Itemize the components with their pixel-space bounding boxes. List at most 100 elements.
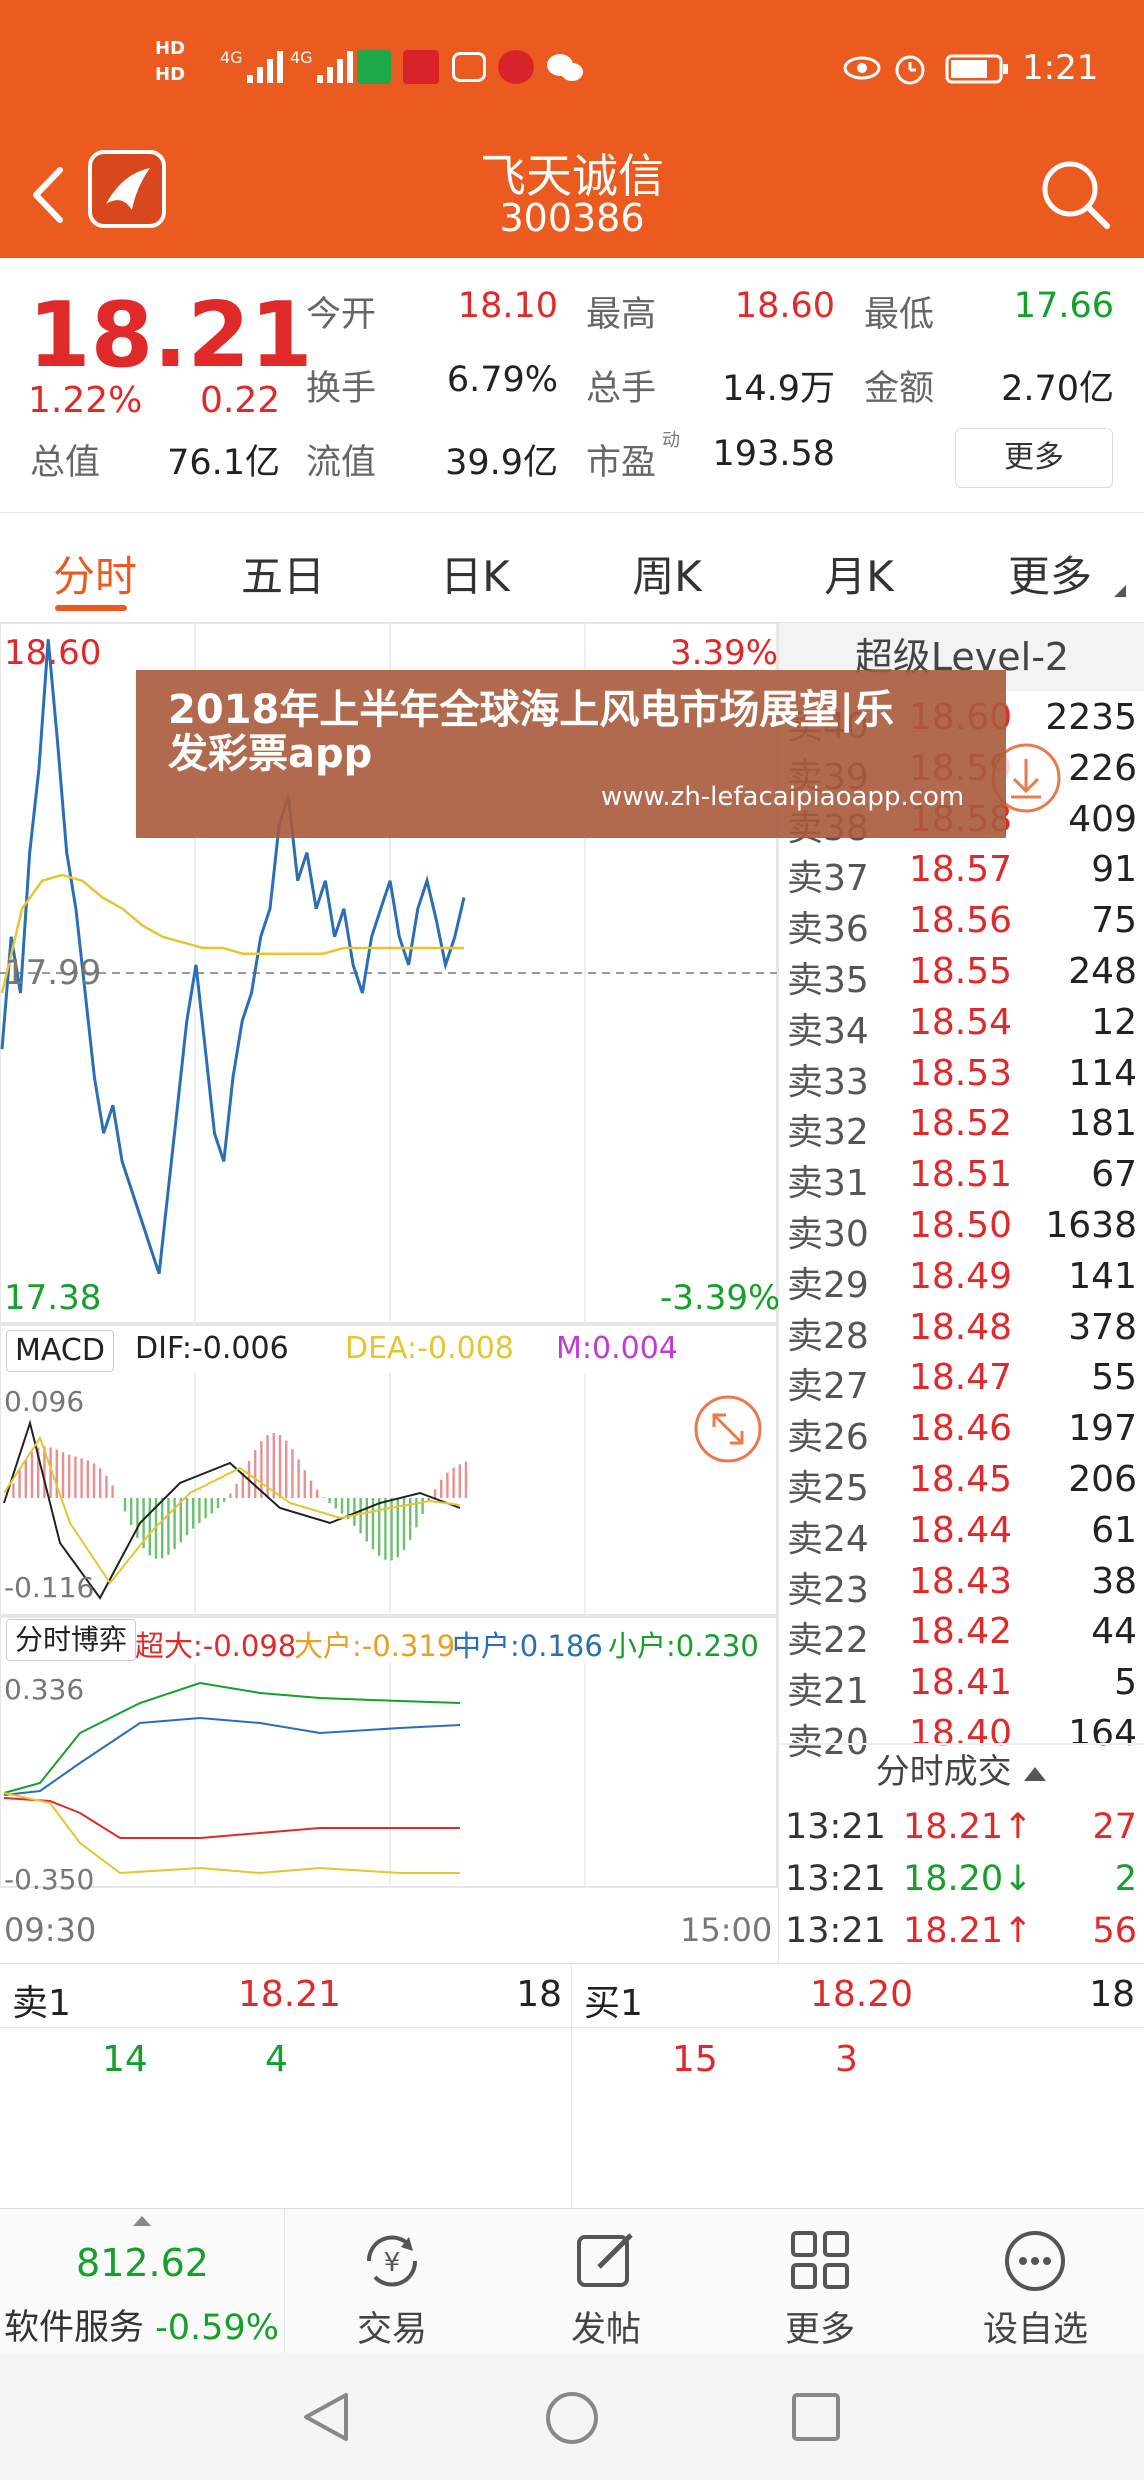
macd-bar xyxy=(458,1464,461,1498)
weibo-notification-icon xyxy=(498,50,534,84)
app-notification-icon-2 xyxy=(403,50,439,84)
search-icon[interactable] xyxy=(1035,154,1115,234)
tab-more[interactable]: 更多 xyxy=(975,543,1125,604)
orderbook-level: 卖35 xyxy=(787,960,869,1001)
game-selector[interactable]: 分时博弈 xyxy=(6,1619,137,1661)
orderbook-row[interactable]: 卖28 18.48 378 xyxy=(779,1307,1144,1358)
orderbook-price: 18.44 xyxy=(909,1509,1013,1551)
orderbook-price: 18.55 xyxy=(909,951,1013,992)
macd-bar xyxy=(105,1475,108,1498)
orderbook-volume: 91 xyxy=(1091,849,1137,891)
nav-trade[interactable]: ¥ 交易 xyxy=(285,2209,499,2354)
trade-row: 13:21 18.21↑ 27 xyxy=(779,1807,1144,1859)
orderbook-row[interactable]: 卖25 18.45 206 xyxy=(779,1459,1144,1510)
orderbook-row[interactable]: 卖30 18.50 1638 xyxy=(779,1205,1144,1256)
macd-selector[interactable]: MACD xyxy=(6,1330,114,1372)
orderbook-row[interactable]: 卖37 18.57 91 xyxy=(779,849,1144,900)
volume-label: 总手 xyxy=(586,369,657,409)
app-notification-icon xyxy=(357,50,391,84)
orderbook-row[interactable]: 卖31 18.51 67 xyxy=(779,1154,1144,1205)
orderbook-volume: 226 xyxy=(1068,747,1137,789)
trade-time: 13:21 xyxy=(785,1911,886,1951)
macd-bar xyxy=(223,1498,226,1502)
orderbook-volume: 12 xyxy=(1091,1001,1137,1043)
orderbook-price: 18.57 xyxy=(909,849,1013,891)
pe-value: 193.58 xyxy=(712,434,835,474)
wechat-icon xyxy=(547,54,583,81)
orderbook-row[interactable]: 卖22 18.42 44 xyxy=(779,1611,1144,1662)
orderbook-level: 卖30 xyxy=(787,1214,869,1255)
turnover-label: 换手 xyxy=(306,369,377,409)
ad-banner[interactable]: 2018年上半年全球海上风电市场展望|乐 发彩票app www.zh-lefac… xyxy=(136,670,1006,838)
tab-five-day[interactable]: 五日 xyxy=(208,543,358,604)
macd-top-value: 0.096 xyxy=(4,1385,85,1418)
trades-title[interactable]: 分时成交 xyxy=(779,1747,1144,1797)
sector-index[interactable]: 812.62 软件服务 -0.59% xyxy=(0,2209,285,2354)
orderbook-row[interactable]: 卖32 18.52 181 xyxy=(779,1103,1144,1154)
status-bar: HD HD 4G 4G 1:21 xyxy=(0,0,1144,140)
macd-bottom-value: -0.116 xyxy=(4,1571,95,1604)
orderbook-row[interactable]: 卖26 18.46 197 xyxy=(779,1408,1144,1459)
orderbook-volume: 38 xyxy=(1091,1560,1137,1602)
macd-bar xyxy=(179,1498,182,1543)
network-4g-label: 4G xyxy=(220,48,243,67)
orderbook-row[interactable]: 卖21 18.41 5 xyxy=(779,1662,1144,1713)
macd-bar xyxy=(278,1434,282,1498)
open-value: 18.10 xyxy=(457,286,558,326)
float-value: 39.9亿 xyxy=(445,443,558,483)
back-triangle-icon[interactable] xyxy=(298,2389,354,2445)
macd-bar xyxy=(198,1498,201,1524)
orderbook-row[interactable]: 卖24 18.44 61 xyxy=(779,1510,1144,1561)
orderbook-price: 18.51 xyxy=(909,1154,1013,1196)
sell1-label: 卖1 xyxy=(12,1983,71,2024)
ad-title-line2: 发彩票app xyxy=(168,731,373,777)
orderbook-row[interactable]: 卖36 18.56 75 xyxy=(779,900,1144,951)
trade-row: 13:21 18.20↓ 2 xyxy=(779,1859,1144,1911)
macd-bar xyxy=(359,1498,362,1534)
orderbook-volume: 44 xyxy=(1091,1611,1137,1653)
orderbook-volume: 378 xyxy=(1068,1306,1137,1348)
nav-more[interactable]: 更多 xyxy=(713,2209,927,2354)
orderbook-row[interactable]: 卖23 18.43 38 xyxy=(779,1561,1144,1612)
orderbook-volume: 248 xyxy=(1068,951,1137,992)
orderbook-row[interactable]: 卖34 18.54 12 xyxy=(779,1002,1144,1053)
change-amount: 0.22 xyxy=(200,380,281,421)
alarm-icon xyxy=(895,55,925,85)
orderbook-price: 18.56 xyxy=(909,900,1013,942)
recent-apps-icon[interactable] xyxy=(790,2391,844,2445)
macd-bar xyxy=(285,1440,288,1498)
orderbook-volume: 67 xyxy=(1091,1154,1137,1196)
macd-bar xyxy=(378,1498,381,1556)
game-mid: 中户:0.186 xyxy=(452,1629,603,1663)
orderbook-row[interactable]: 卖35 18.55 248 xyxy=(779,951,1144,1002)
tab-daily-k[interactable]: 日K xyxy=(400,543,550,604)
grid-icon xyxy=(791,2231,849,2289)
nav-add-watchlist[interactable]: 设自选 xyxy=(927,2209,1144,2354)
orderbook-row[interactable]: 卖27 18.47 55 xyxy=(779,1357,1144,1408)
orderbook-volume: 61 xyxy=(1091,1509,1137,1551)
sell1-detail-a: 14 xyxy=(102,2039,148,2080)
chart-top-percent: 3.39% xyxy=(670,633,779,673)
macd-dif: DIF:-0.006 xyxy=(135,1331,289,1366)
tab-monthly-k[interactable]: 月K xyxy=(784,543,934,604)
orderbook-volume: 2235 xyxy=(1045,697,1137,738)
orderbook-level: 卖27 xyxy=(787,1366,869,1408)
orderbook-row[interactable]: 卖33 18.53 114 xyxy=(779,1053,1144,1104)
amount-value: 2.70亿 xyxy=(1001,369,1114,409)
orderbook-price: 18.41 xyxy=(909,1662,1013,1704)
macd-bar xyxy=(334,1498,337,1509)
time-end: 15:00 xyxy=(680,1911,773,1949)
expand-icon[interactable] xyxy=(692,1393,764,1465)
more-info-button[interactable]: 更多 xyxy=(955,428,1113,488)
orderbook-row[interactable]: 卖29 18.49 141 xyxy=(779,1256,1144,1307)
buy1-price: 18.20 xyxy=(810,1974,914,2015)
home-circle-icon[interactable] xyxy=(543,2389,601,2447)
tab-intraday[interactable]: 分时 xyxy=(20,543,170,604)
nav-post[interactable]: 发帖 xyxy=(499,2209,713,2354)
orderbook-level: 卖34 xyxy=(787,1010,869,1052)
total-value-label: 总值 xyxy=(30,443,101,483)
orderbook-level: 卖37 xyxy=(787,858,869,900)
stock-code: 300386 xyxy=(499,196,645,240)
sector-percent: -0.59% xyxy=(155,2308,279,2348)
tab-weekly-k[interactable]: 周K xyxy=(592,543,742,604)
